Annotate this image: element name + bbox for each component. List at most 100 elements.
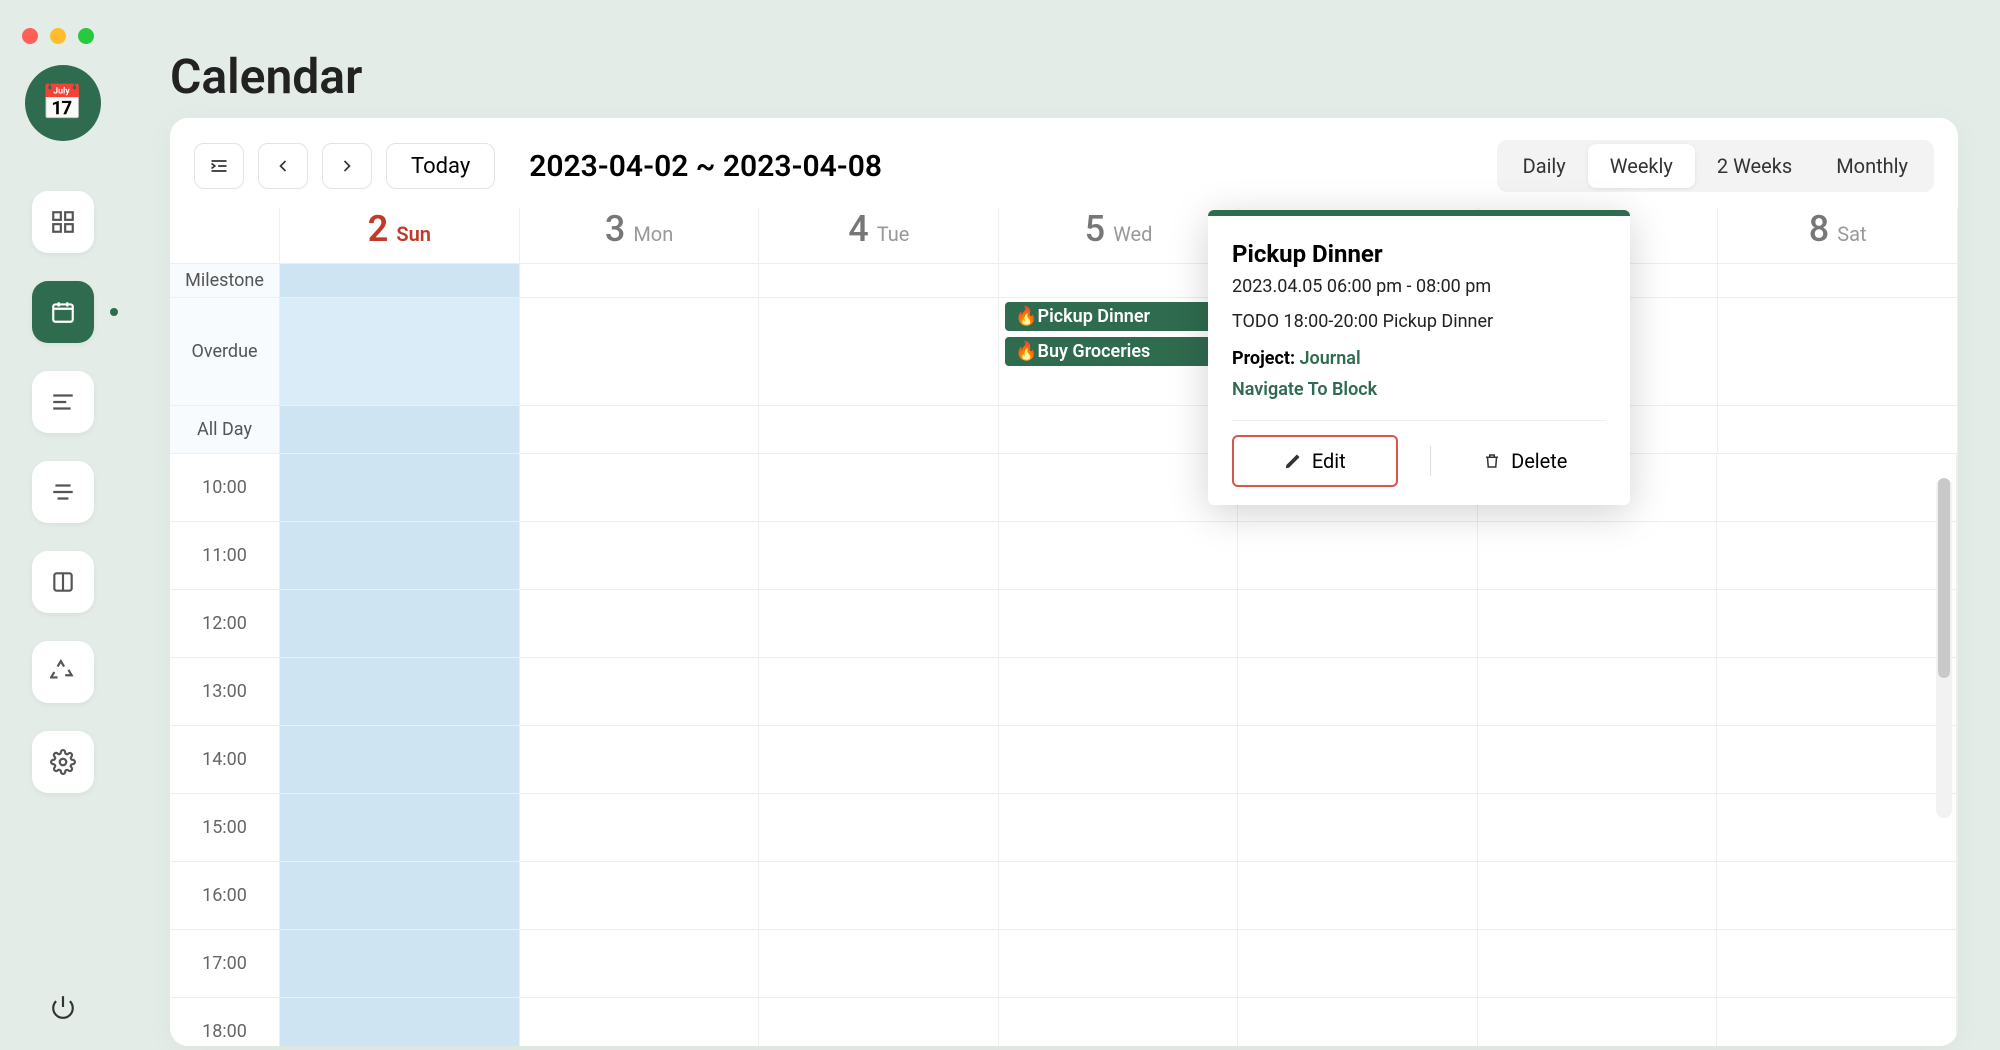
- time-cell[interactable]: [520, 794, 760, 862]
- milestone-cell[interactable]: [520, 264, 760, 298]
- time-cell[interactable]: [759, 726, 999, 794]
- sidebar-item-recycle[interactable]: [32, 641, 94, 703]
- time-cell[interactable]: [1717, 930, 1957, 998]
- time-cell[interactable]: [759, 522, 999, 590]
- event-pickup-dinner[interactable]: 🔥Pickup Dinner: [1005, 302, 1232, 331]
- day-header-sun[interactable]: 2Sun: [280, 208, 520, 264]
- time-cell[interactable]: [1238, 590, 1478, 658]
- time-cell[interactable]: [280, 726, 520, 794]
- prev-week-button[interactable]: [258, 143, 308, 189]
- time-cell[interactable]: [520, 930, 760, 998]
- overdue-cell[interactable]: [759, 298, 999, 406]
- delete-button[interactable]: Delete: [1445, 437, 1607, 485]
- time-cell[interactable]: [759, 930, 999, 998]
- next-week-button[interactable]: [322, 143, 372, 189]
- time-cell[interactable]: [520, 590, 760, 658]
- day-header-mon[interactable]: 3Mon: [520, 208, 760, 264]
- sidebar-item-dashboard[interactable]: [32, 191, 94, 253]
- time-cell[interactable]: [280, 862, 520, 930]
- view-daily[interactable]: Daily: [1501, 144, 1588, 188]
- time-cell[interactable]: [520, 658, 760, 726]
- time-cell[interactable]: [1717, 590, 1957, 658]
- popover-project-link[interactable]: Journal: [1300, 348, 1361, 369]
- milestone-cell[interactable]: [1718, 264, 1958, 298]
- time-cell[interactable]: [1717, 454, 1957, 522]
- time-cell[interactable]: [999, 930, 1239, 998]
- time-cell[interactable]: [759, 794, 999, 862]
- time-cell[interactable]: [520, 522, 760, 590]
- overdue-cell[interactable]: [280, 298, 520, 406]
- day-header-tue[interactable]: 4Tue: [759, 208, 999, 264]
- time-cell[interactable]: [280, 794, 520, 862]
- time-cell[interactable]: [280, 658, 520, 726]
- milestone-cell[interactable]: [280, 264, 520, 298]
- time-cell[interactable]: [280, 454, 520, 522]
- time-cell[interactable]: [999, 998, 1239, 1046]
- time-cell[interactable]: [520, 862, 760, 930]
- time-cell[interactable]: [759, 454, 999, 522]
- today-button[interactable]: Today: [386, 143, 495, 189]
- time-cell[interactable]: [759, 862, 999, 930]
- time-cell[interactable]: [999, 454, 1239, 522]
- time-cell[interactable]: [1717, 862, 1957, 930]
- scrollbar-thumb[interactable]: [1938, 478, 1950, 678]
- allday-cell[interactable]: [759, 406, 999, 454]
- time-cell[interactable]: [280, 522, 520, 590]
- time-cell[interactable]: [1478, 726, 1718, 794]
- power-button[interactable]: [0, 994, 125, 1020]
- time-cell[interactable]: [520, 726, 760, 794]
- milestone-cell[interactable]: [999, 264, 1239, 298]
- time-cell[interactable]: [1717, 998, 1957, 1046]
- time-cell[interactable]: [1238, 726, 1478, 794]
- time-cell[interactable]: [1238, 862, 1478, 930]
- sidebar-item-align-center[interactable]: [32, 461, 94, 523]
- time-cell[interactable]: [1717, 726, 1957, 794]
- time-cell[interactable]: [1478, 590, 1718, 658]
- time-cell[interactable]: [1238, 794, 1478, 862]
- time-cell[interactable]: [1717, 522, 1957, 590]
- day-header-wed[interactable]: 5Wed: [999, 208, 1239, 264]
- time-cell[interactable]: [999, 794, 1239, 862]
- time-cell[interactable]: [999, 590, 1239, 658]
- time-cell[interactable]: [1238, 930, 1478, 998]
- time-cell[interactable]: [1717, 658, 1957, 726]
- indent-button[interactable]: [194, 143, 244, 189]
- time-cell[interactable]: [1478, 658, 1718, 726]
- time-cell[interactable]: [1478, 930, 1718, 998]
- event-buy-groceries[interactable]: 🔥Buy Groceries: [1005, 337, 1232, 366]
- scrollbar[interactable]: [1936, 478, 1952, 818]
- time-cell[interactable]: [280, 930, 520, 998]
- sidebar-item-settings[interactable]: [32, 731, 94, 793]
- day-header-sat[interactable]: 8Sat: [1718, 208, 1958, 264]
- time-cell[interactable]: [280, 998, 520, 1046]
- milestone-cell[interactable]: [759, 264, 999, 298]
- overdue-cell[interactable]: [1718, 298, 1958, 406]
- time-cell[interactable]: [1238, 998, 1478, 1046]
- time-cell[interactable]: [280, 590, 520, 658]
- navigate-to-block-link[interactable]: Navigate To Block: [1232, 379, 1606, 400]
- sidebar-item-calendar[interactable]: [32, 281, 94, 343]
- time-cell[interactable]: [999, 522, 1239, 590]
- time-cell[interactable]: [1238, 522, 1478, 590]
- overdue-cell-wed[interactable]: 🔥Pickup Dinner 🔥Buy Groceries: [999, 298, 1239, 406]
- time-cell[interactable]: [999, 726, 1239, 794]
- time-cell[interactable]: [999, 658, 1239, 726]
- time-cell[interactable]: [520, 454, 760, 522]
- time-cell[interactable]: [520, 998, 760, 1046]
- allday-cell[interactable]: [1718, 406, 1958, 454]
- time-cell[interactable]: [759, 998, 999, 1046]
- time-cell[interactable]: [759, 590, 999, 658]
- view-weekly[interactable]: Weekly: [1588, 144, 1695, 188]
- sidebar-item-columns[interactable]: [32, 551, 94, 613]
- sidebar-item-align-left[interactable]: [32, 371, 94, 433]
- time-cell[interactable]: [1478, 522, 1718, 590]
- overdue-cell[interactable]: [520, 298, 760, 406]
- edit-button[interactable]: Edit: [1232, 435, 1398, 487]
- view-monthly[interactable]: Monthly: [1814, 144, 1930, 188]
- time-cell[interactable]: [1478, 998, 1718, 1046]
- time-cell[interactable]: [759, 658, 999, 726]
- time-cell[interactable]: [1478, 794, 1718, 862]
- time-cell[interactable]: [1478, 862, 1718, 930]
- time-cell[interactable]: [999, 862, 1239, 930]
- allday-cell[interactable]: [280, 406, 520, 454]
